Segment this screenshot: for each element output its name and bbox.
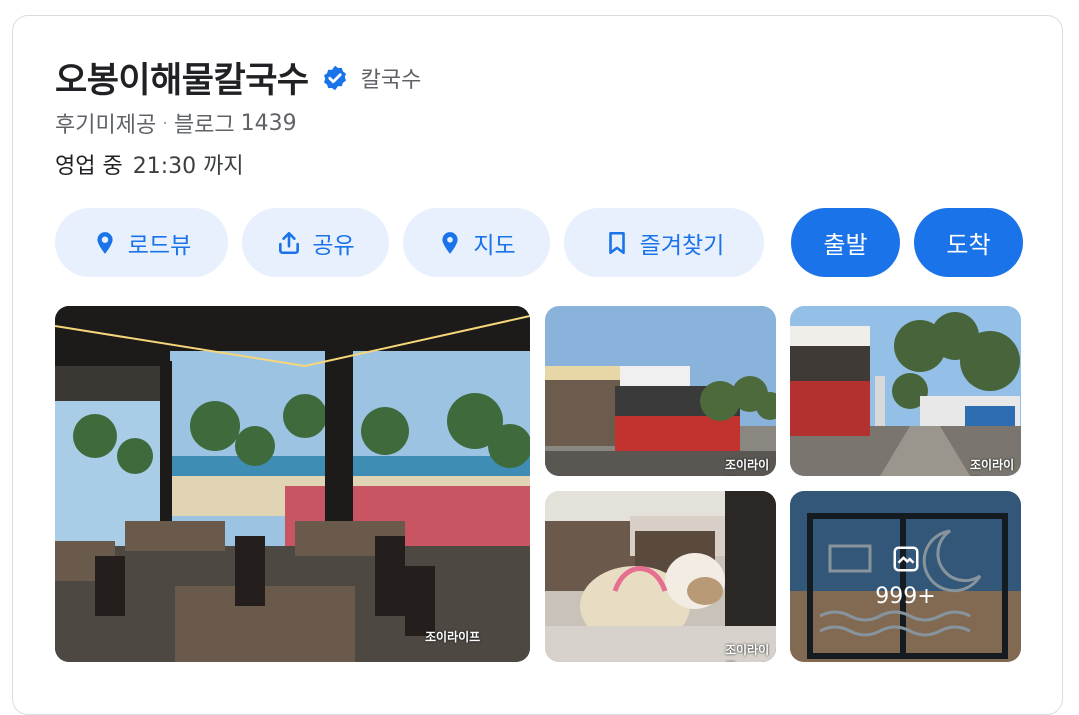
verified-check-icon (321, 64, 349, 92)
meta-row: 후기미제공 · 블로그 1439 (55, 107, 297, 139)
photo-storefront-1[interactable]: 조이라이프 (545, 306, 776, 476)
bookmark-button[interactable]: 즐겨찾기 (564, 208, 764, 277)
more-photos-count: 999+ (875, 584, 936, 609)
category-label: 칼국수 (360, 67, 422, 93)
photo-storefront-2[interactable]: 조이라이프 (790, 306, 1021, 476)
bookmark-label: 즐겨찾기 (639, 232, 725, 259)
title-row: 오봉이해물칼국수 칼국수 (55, 52, 421, 103)
photo-dog-in-restaurant[interactable]: 조이라이프 (545, 491, 776, 662)
place-card: 오봉이해물칼국수 칼국수 후기미제공 · 블로그 1439 영업 중 21:30… (12, 15, 1063, 715)
share-label: 공유 (312, 232, 355, 259)
share-button[interactable]: 공유 (242, 208, 389, 277)
photo-review-label: 후기미제공 (55, 113, 157, 138)
bookmark-icon (608, 231, 625, 254)
place-title[interactable]: 오봉이해물칼국수 (55, 52, 309, 103)
open-status: 영업 중 (55, 154, 123, 179)
roadview-button[interactable]: 로드뷰 (55, 208, 228, 277)
blog-count[interactable]: 1439 (241, 111, 297, 136)
more-photos-overlay[interactable]: 999+ (790, 491, 1021, 662)
share-icon (279, 231, 300, 254)
departure-button[interactable]: 출발 (791, 208, 900, 277)
hours-row[interactable]: 영업 중 21:30 까지 (55, 148, 244, 180)
roadview-label: 로드뷰 (127, 232, 192, 259)
photo-watermark: 조이라이프 (970, 458, 1015, 476)
photo-watermark: 조이라이프 (725, 458, 770, 476)
photo-watermark: 조이라이프 (725, 643, 770, 662)
gallery-icon (893, 546, 918, 572)
roadview-pin-icon (97, 231, 113, 254)
map-button[interactable]: 지도 (403, 208, 550, 277)
closing-time: 21:30 까지 (132, 154, 244, 179)
photo-more-gallery[interactable]: 999+ (790, 491, 1021, 662)
photo-watermark: 조이라이프 (425, 630, 481, 644)
arrival-button[interactable]: 도착 (914, 208, 1023, 277)
separator-dot: · (162, 112, 168, 134)
action-buttons: 로드뷰 공유 지도 즐겨찾기 출발 도착 (55, 208, 1037, 277)
map-label: 지도 (473, 232, 516, 259)
blog-label[interactable]: 블로그 (174, 107, 235, 139)
photo-interior-main[interactable]: 조이라이프 (55, 306, 530, 662)
map-pin-icon (442, 231, 458, 254)
